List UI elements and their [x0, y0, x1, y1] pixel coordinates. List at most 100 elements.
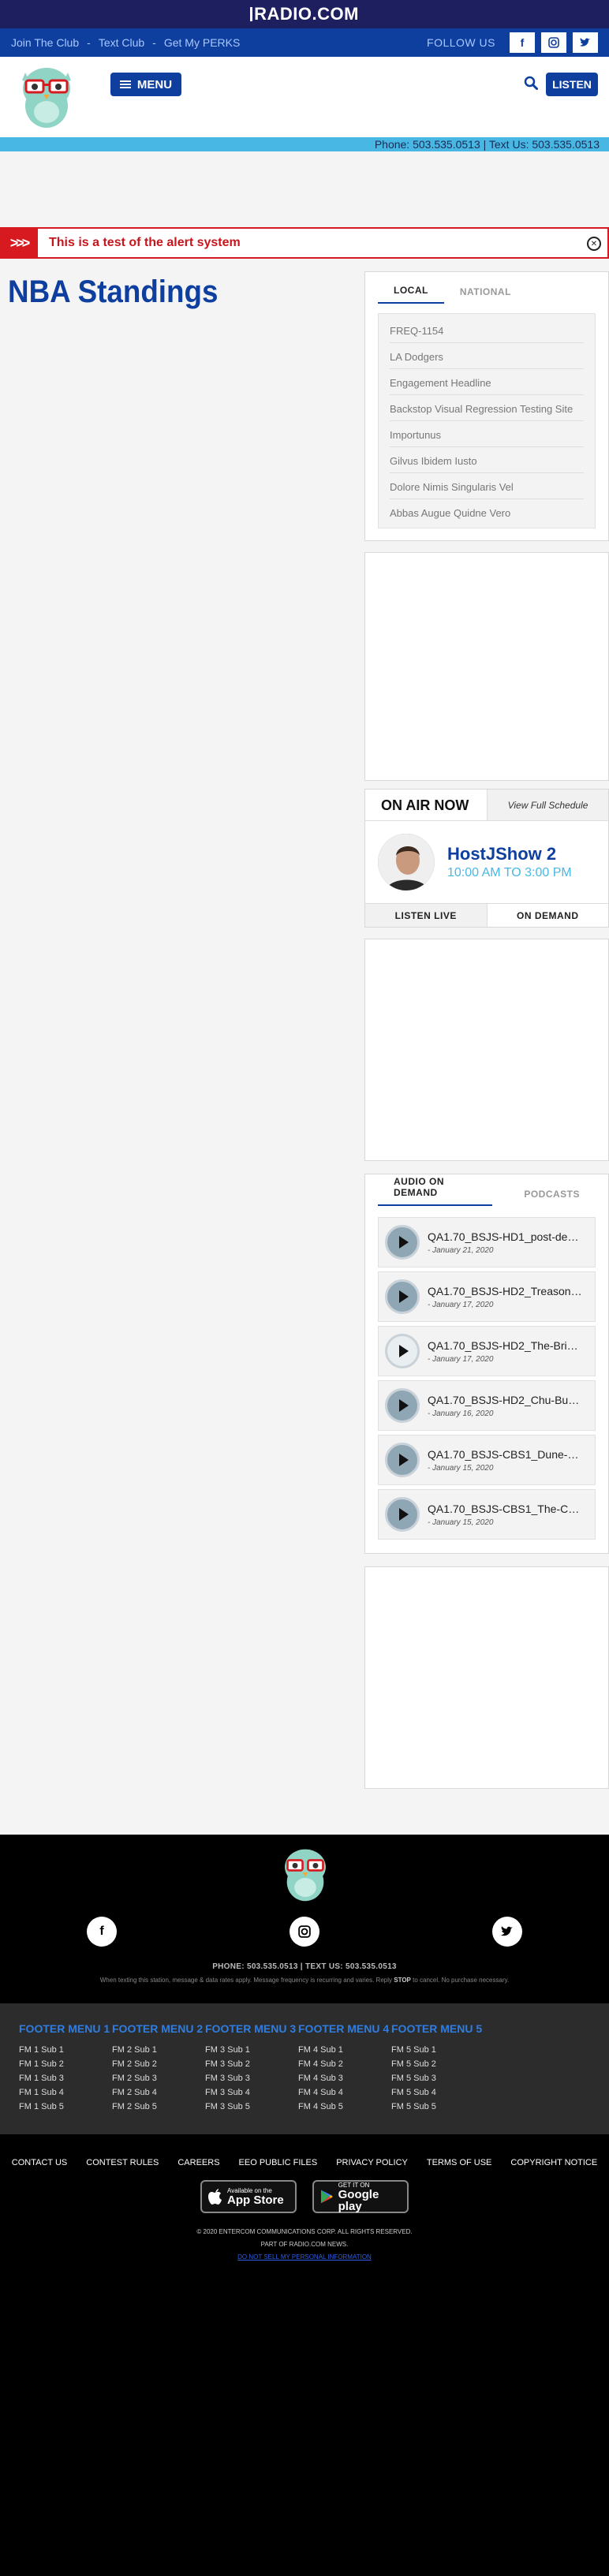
footer-menu-item[interactable]: FM 4 Sub 4: [298, 2085, 391, 2100]
footer-menu-heading[interactable]: FOOTER MENU 2: [112, 2022, 205, 2035]
news-item[interactable]: Importunus: [390, 421, 584, 447]
search-icon[interactable]: [524, 76, 538, 90]
tab-audio-on-demand[interactable]: AUDIO ON DEMAND: [378, 1176, 493, 1206]
footer-menu-item[interactable]: FM 3 Sub 3: [205, 2071, 298, 2085]
join-the-club-link[interactable]: Join The Club: [11, 36, 79, 49]
eeo-public-files-link[interactable]: EEO PUBLIC FILES: [239, 2158, 318, 2167]
footer-menu-heading[interactable]: FOOTER MENU 5: [391, 2022, 484, 2035]
listen-button[interactable]: LISTEN: [546, 73, 598, 96]
play-icon[interactable]: [385, 1388, 420, 1423]
footer-menu-item[interactable]: FM 2 Sub 3: [112, 2071, 205, 2085]
instagram-icon[interactable]: [290, 1917, 319, 1947]
careers-link[interactable]: CAREERS: [177, 2158, 219, 2167]
listen-live-button[interactable]: LISTEN LIVE: [365, 904, 488, 927]
audio-widget: AUDIO ON DEMAND PODCASTS QA1.70_BSJS-HD1…: [364, 1174, 609, 1554]
contest-rules-link[interactable]: CONTEST RULES: [86, 2158, 159, 2167]
footer-owl-logo[interactable]: [278, 1842, 333, 1902]
footer-menu-item[interactable]: FM 2 Sub 2: [112, 2057, 205, 2071]
audio-date: - January 17, 2020: [428, 1300, 494, 1309]
club-links: Join The Club - Text Club - Get My PERKS: [11, 36, 240, 49]
news-item[interactable]: Gilvus Ibidem Iusto: [390, 447, 584, 473]
app-store-badge[interactable]: Available on the App Store: [200, 2180, 297, 2213]
twitter-icon[interactable]: [573, 32, 598, 53]
view-schedule-link[interactable]: View Full Schedule: [487, 790, 608, 820]
footer-menu-item[interactable]: FM 2 Sub 4: [112, 2085, 205, 2100]
menu-button[interactable]: MENU: [110, 73, 181, 96]
footer-menu-item[interactable]: FM 2 Sub 1: [112, 2043, 205, 2057]
footer-menu-item[interactable]: FM 5 Sub 3: [391, 2071, 484, 2085]
news-item[interactable]: FREQ-1154: [390, 317, 584, 343]
play-icon[interactable]: [385, 1225, 420, 1260]
play-icon[interactable]: [385, 1443, 420, 1477]
footer-top: f PHONE: 503.535.0513 | TEXT US: 503.535…: [0, 1835, 609, 2003]
audio-item[interactable]: QA1.70_BSJS-CBS1_Dune-Classic - January 1…: [378, 1435, 596, 1485]
footer-menu-item[interactable]: FM 2 Sub 5: [112, 2100, 205, 2114]
footer-menu-heading[interactable]: FOOTER MENU 1: [19, 2022, 112, 2035]
do-not-sell-link[interactable]: DO NOT SELL MY PERSONAL INFORMATION: [0, 2251, 609, 2264]
radio-com-logo[interactable]: RADIO.COM: [250, 4, 359, 24]
audio-item[interactable]: QA1.70_BSJS-HD2_Treason-Suspect - January…: [378, 1271, 596, 1322]
footer-menu-item[interactable]: FM 1 Sub 2: [19, 2057, 112, 2071]
facebook-icon[interactable]: f: [510, 32, 535, 53]
terms-of-use-link[interactable]: TERMS OF USE: [427, 2158, 492, 2167]
play-icon[interactable]: [385, 1279, 420, 1314]
footer-menu-heading[interactable]: FOOTER MENU 4: [298, 2022, 391, 2035]
get-my-perks-link[interactable]: Get My PERKS: [164, 36, 240, 49]
close-icon[interactable]: ✕: [587, 237, 601, 251]
news-item[interactable]: Abbas Augue Quidne Vero: [390, 499, 584, 525]
privacy-policy-link[interactable]: PRIVACY POLICY: [336, 2158, 408, 2167]
show-time: 10:00 AM TO 3:00 PM: [447, 866, 572, 879]
news-item[interactable]: LA Dodgers: [390, 343, 584, 369]
play-icon[interactable]: [385, 1497, 420, 1532]
audio-item[interactable]: QA1.70_BSJS-HD2_The-Bride-Groom - January…: [378, 1326, 596, 1376]
news-item[interactable]: Backstop Visual Regression Testing Site: [390, 395, 584, 421]
audio-title: QA1.70_BSJS-HD2_Treason-Suspect: [428, 1284, 582, 1297]
news-item[interactable]: Dolore Nimis Singularis Vel: [390, 473, 584, 499]
station-owl-logo[interactable]: [19, 60, 74, 129]
google-play-badge[interactable]: GET IT ON Google play: [312, 2180, 409, 2213]
footer-menu-3: FOOTER MENU 3 FM 3 Sub 1 FM 3 Sub 2 FM 3…: [205, 2022, 298, 2134]
part-of-text: PART OF RADIO.COM NEWS.: [260, 2241, 349, 2248]
tab-local[interactable]: LOCAL: [378, 285, 444, 304]
tab-podcasts[interactable]: PODCASTS: [508, 1189, 596, 1206]
footer-menu-item[interactable]: FM 5 Sub 5: [391, 2100, 484, 2114]
footer-menu-item[interactable]: FM 4 Sub 2: [298, 2057, 391, 2071]
facebook-icon[interactable]: f: [87, 1917, 117, 1947]
footer-menu-item[interactable]: FM 5 Sub 1: [391, 2043, 484, 2057]
audio-item[interactable]: QA1.70_BSJS-CBS1_The-Correction - January…: [378, 1489, 596, 1540]
show-name[interactable]: HostJShow 2: [447, 844, 572, 864]
footer-menu-item[interactable]: FM 5 Sub 2: [391, 2057, 484, 2071]
tab-national[interactable]: NATIONAL: [444, 286, 527, 304]
contact-us-link[interactable]: CONTACT US: [12, 2158, 68, 2167]
footer-menu-item[interactable]: FM 4 Sub 3: [298, 2071, 391, 2085]
footer-menu-item[interactable]: FM 3 Sub 2: [205, 2057, 298, 2071]
apple-icon: [208, 2189, 222, 2205]
disclaimer-stop: STOP: [394, 1977, 411, 1984]
audio-title: QA1.70_BSJS-CBS1_The-Correction: [428, 1502, 582, 1515]
link-separator: -: [152, 36, 156, 49]
footer-menu-heading[interactable]: FOOTER MENU 3: [205, 2022, 298, 2035]
footer-menu-item[interactable]: FM 3 Sub 5: [205, 2100, 298, 2114]
footer-menu-1: FOOTER MENU 1 FM 1 Sub 1 FM 1 Sub 2 FM 1…: [19, 2022, 112, 2134]
on-demand-button[interactable]: ON DEMAND: [488, 904, 609, 927]
ad-slot: [364, 1566, 609, 1789]
footer-menu-item[interactable]: FM 1 Sub 3: [19, 2071, 112, 2085]
news-list: FREQ-1154 LA Dodgers Engagement Headline…: [378, 313, 596, 528]
twitter-icon[interactable]: [492, 1917, 522, 1947]
news-item[interactable]: Engagement Headline: [390, 369, 584, 395]
audio-item[interactable]: QA1.70_BSJS-HD2_Chu-Bu-and-Mo - January 1…: [378, 1380, 596, 1431]
play-icon[interactable]: [385, 1334, 420, 1368]
footer-menu-item[interactable]: FM 3 Sub 1: [205, 2043, 298, 2057]
text-club-link[interactable]: Text Club: [99, 36, 144, 49]
footer-menu-item[interactable]: FM 1 Sub 1: [19, 2043, 112, 2057]
footer-menu-item[interactable]: FM 3 Sub 4: [205, 2085, 298, 2100]
footer-menu-item[interactable]: FM 1 Sub 4: [19, 2085, 112, 2100]
footer-menu-item[interactable]: FM 4 Sub 5: [298, 2100, 391, 2114]
instagram-icon[interactable]: [541, 32, 566, 53]
footer-menu-item[interactable]: FM 1 Sub 5: [19, 2100, 112, 2114]
footer-menu-item[interactable]: FM 5 Sub 4: [391, 2085, 484, 2100]
audio-item[interactable]: QA1.70_BSJS-HD1_post-deploy - January 21,…: [378, 1217, 596, 1267]
copyright-notice-link[interactable]: COPYRIGHT NOTICE: [510, 2158, 597, 2167]
app-store-main: App Store: [227, 2193, 284, 2207]
footer-menu-item[interactable]: FM 4 Sub 1: [298, 2043, 391, 2057]
